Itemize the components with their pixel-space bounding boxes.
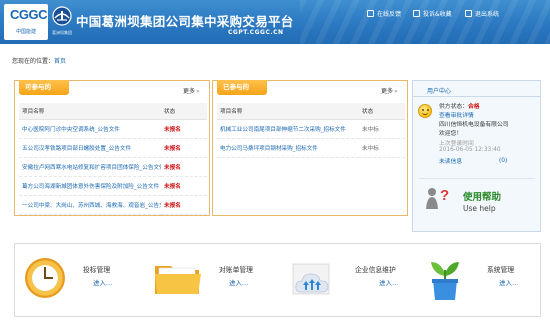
joinable-tab[interactable]: 可参与的 [19, 80, 69, 95]
joinable-table: 项目名称 状态 中心医院阿门诊中央空调系统_公告文件 未报名 五公司汉孝铁路项目… [19, 103, 207, 215]
breadcrumb-prefix: 您现在的位置： [12, 58, 55, 65]
svg-text:?: ? [440, 187, 449, 204]
quick-link-label: 企业信息维护 [355, 266, 396, 274]
table-row[interactable]: 安徽拉卢网西寒水电站修复和扩容项目团体保险_公告文件 未报名 [19, 157, 207, 177]
site-title: 中国葛洲坝集团公司集中采购交易平台 [76, 14, 294, 29]
quick-link-label: 对账单管理 [219, 266, 253, 274]
joined-table: 项目名称 状态 机械工业公司南尾项目部伸缩节二次采购_招标文件 未中标 电力公司… [217, 103, 405, 158]
smiley-avatar-icon [418, 104, 432, 118]
joined-projects-panel: 已参与的 更多» 项目名称 状态 机械工业公司南尾项目部伸缩节二次采购_招标文件… [212, 80, 408, 216]
top-header: CGGC 中国能建 葛洲坝集团 中国葛洲坝集团公司集中采购交易平台 CGPT.C… [0, 0, 550, 44]
help-person-question-icon: ? [426, 187, 449, 209]
table-header-row: 项目名称 状态 [217, 103, 405, 120]
logout-icon [465, 10, 472, 17]
quick-links-bar: 投标管理 进入... 对账单管理 进入... 企业信息维护 进入... 系统管理… [14, 243, 541, 317]
quick-link-enter[interactable]: 进入... [229, 277, 248, 287]
cggc-logo[interactable]: CGGC 中国能建 [4, 4, 48, 40]
table-row[interactable]: 一公司中梁、大岗山、苏州西城、海救海、观音岩_公告文件 未报名 [19, 195, 207, 215]
cloud-upload-icon [292, 263, 330, 295]
status-badge: 未报名 [161, 157, 207, 177]
table-header-row: 项目名称 状态 [19, 103, 207, 120]
status-badge: 未中标 [359, 138, 405, 158]
logout-link-label: 退出系统 [475, 11, 500, 18]
table-row[interactable]: 葛方公司海湖新城团体意外伤害保险及附加险_公告文件 未报名 [19, 176, 207, 196]
help-subtitle[interactable]: Use help [463, 204, 496, 213]
status-badge: 未报名 [161, 176, 207, 196]
table-row[interactable]: 中心医院阿门诊中央空调系统_公告文件 未报名 [19, 119, 207, 139]
joinable-projects-panel: 可参与的 更多» 项目名称 状态 中心医院阿门诊中央空调系统_公告文件 未报名 … [14, 80, 210, 216]
divider [419, 178, 535, 179]
review-details-link[interactable]: 查看审批详情 [439, 110, 474, 119]
project-link[interactable]: 电力公司马桑坪项目钢材采购_招标文件 [217, 138, 359, 158]
quick-link-label: 系统管理 [487, 266, 515, 274]
feedback-link-label: 在线反馈 [377, 11, 402, 18]
unread-messages-link[interactable]: 未读信息 [439, 156, 462, 165]
last-login-label: 上次登录时间 [439, 141, 474, 147]
project-link[interactable]: 五公司汉孝铁路项目部日螺胶处置_公告文件 [19, 138, 161, 158]
help-title[interactable]: 使用帮助 [463, 189, 501, 203]
supplier-status: 供方状态：合格 [439, 101, 480, 110]
joined-more-link[interactable]: 更多» [381, 86, 398, 95]
status-badge: 未报名 [161, 195, 207, 215]
quick-link-enter[interactable]: 进入... [93, 277, 112, 287]
table-row[interactable]: 五公司汉孝铁路项目部日螺胶处置_公告文件 未报名 [19, 138, 207, 158]
divider [413, 96, 540, 97]
quick-link-enter[interactable]: 进入... [499, 277, 518, 287]
project-link[interactable]: 机械工业公司南尾项目部伸缩节二次采购_招标文件 [217, 119, 359, 139]
breadcrumb: 您现在的位置：首页 [12, 56, 66, 65]
gezhouba-emblem-label: 葛洲坝集团 [52, 30, 72, 35]
plant-pot-icon [431, 262, 459, 300]
quick-link-system-management[interactable]: 系统管理 进入... [411, 244, 541, 316]
table-row[interactable]: 电力公司马桑坪项目钢材采购_招标文件 未中标 [217, 138, 405, 158]
complaint-link-label: 投诉&收藏 [423, 11, 452, 18]
quick-link-statement-management[interactable]: 对账单管理 进入... [147, 244, 277, 316]
project-link[interactable]: 中心医院阿门诊中央空调系统_公告文件 [19, 119, 161, 139]
quick-link-company-info[interactable]: 企业信息维护 进入... [279, 244, 409, 316]
cggc-logo-sub: 中国能建 [15, 29, 36, 35]
user-center-panel: 用户中心 供方状态：合格 查看审批详情 四川信恒机电设备有限公司 欢迎您！ 上次… [412, 80, 541, 232]
status-badge: 未报名 [161, 138, 207, 158]
joined-tab[interactable]: 已参与的 [217, 80, 267, 95]
double-chevron-right-icon: » [196, 88, 200, 95]
project-link[interactable]: 一公司中梁、大岗山、苏州西城、海救海、观音岩_公告文件 [19, 195, 161, 215]
quick-link-label: 投标管理 [83, 266, 111, 274]
header-decoration [300, 0, 550, 44]
joinable-more-label: 更多 [183, 88, 196, 95]
col-project-header: 项目名称 [19, 103, 161, 120]
user-center-title: 用户中心 [427, 88, 452, 95]
col-project-header: 项目名称 [217, 103, 359, 120]
project-link[interactable]: 安徽拉卢网西寒水电站修复和扩容项目团体保险_公告文件 [19, 157, 161, 177]
table-row[interactable]: 机械工业公司南尾项目部伸缩节二次采购_招标文件 未中标 [217, 119, 405, 139]
col-status-header: 状态 [161, 103, 207, 120]
cggc-logo-mark: CGGC [10, 7, 48, 22]
breadcrumb-home-link[interactable]: 首页 [54, 58, 66, 65]
joinable-more-link[interactable]: 更多» [183, 86, 200, 95]
complaint-icon [413, 10, 420, 17]
project-link[interactable]: 葛方公司海湖新城团体意外伤害保险及附加险_公告文件 [19, 176, 161, 196]
col-status-header: 状态 [359, 103, 405, 120]
quick-link-enter[interactable]: 进入... [379, 277, 398, 287]
company-name: 四川信恒机电设备有限公司 [439, 122, 509, 128]
double-chevron-right-icon: » [394, 88, 398, 95]
gezhouba-emblem-icon [52, 6, 72, 26]
unread-count[interactable]: (0) [499, 158, 507, 164]
last-login-time: 2016-06-05 12:33:40 [439, 147, 501, 153]
folder-icon [155, 266, 201, 294]
complaint-link[interactable]: 投诉&收藏 [413, 9, 452, 18]
joined-more-label: 更多 [381, 88, 394, 95]
status-badge: 未报名 [161, 119, 207, 139]
site-url: CGPT.CGGC.CN [228, 29, 284, 36]
edit-icon [367, 10, 374, 17]
quick-link-bid-management[interactable]: 投标管理 进入... [15, 244, 145, 316]
logout-link[interactable]: 退出系统 [465, 9, 499, 18]
welcome-text: 欢迎您！ [439, 131, 463, 137]
status-badge: 未中标 [359, 119, 405, 139]
clock-icon [25, 258, 65, 298]
feedback-link[interactable]: 在线反馈 [367, 9, 401, 18]
